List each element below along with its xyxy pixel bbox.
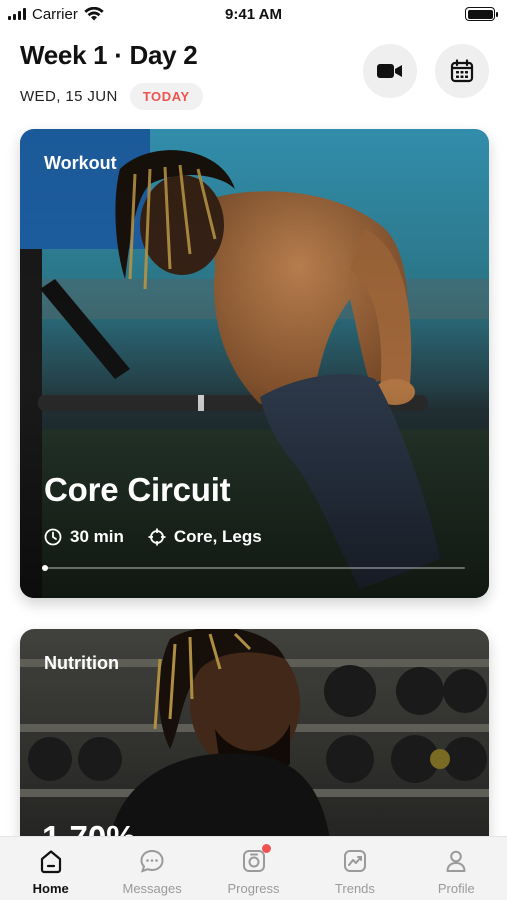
battery-icon: [465, 7, 498, 21]
page-header: Week 1 · Day 2 WED, 15 JUN TODAY: [20, 40, 489, 110]
status-bar: Carrier 9:41 AM: [0, 0, 507, 28]
tab-trends[interactable]: Trends: [304, 837, 405, 900]
workout-title: Core Circuit: [44, 471, 231, 508]
progress-indicator: [42, 565, 48, 571]
clock: 9:41 AM: [225, 5, 282, 23]
today-badge[interactable]: TODAY: [129, 83, 203, 110]
tab-home-label: Home: [32, 881, 69, 896]
target-icon: [148, 528, 166, 546]
workout-duration: 30 min: [70, 527, 124, 546]
calendar-button[interactable]: [435, 44, 489, 98]
carrier-label: Carrier: [32, 5, 78, 23]
trends-icon: [343, 850, 366, 872]
tab-bar: Home Messages Progress Trends Profile: [0, 836, 507, 900]
tab-messages-label: Messages: [122, 881, 182, 896]
video-camera-icon: [377, 64, 402, 78]
home-icon: [40, 850, 61, 874]
workout-meta: 30 min Core, Legs: [44, 527, 286, 547]
chat-icon: [140, 849, 164, 873]
tab-profile[interactable]: Profile: [406, 837, 507, 900]
tab-messages[interactable]: Messages: [101, 837, 202, 900]
date-label: WED, 15 JUN: [20, 88, 118, 105]
nutrition-label: Nutrition: [44, 653, 119, 673]
tab-home[interactable]: Home: [0, 837, 101, 900]
workout-label: Workout: [44, 153, 117, 173]
workout-progress-bar: [42, 565, 465, 571]
progress-notification-dot: [261, 844, 271, 853]
video-button[interactable]: [363, 44, 417, 98]
profile-icon: [446, 850, 466, 872]
tab-progress-label: Progress: [227, 881, 280, 896]
workout-card[interactable]: Workout Core Circuit 30 min Core, Legs: [20, 129, 489, 598]
nutrition-card[interactable]: Nutrition 1,70%: [20, 629, 489, 839]
wifi-icon: [84, 7, 104, 21]
tab-trends-label: Trends: [334, 881, 375, 896]
calendar-icon: [450, 59, 474, 83]
workout-focus: Core, Legs: [173, 527, 262, 546]
signal-icon: [8, 8, 26, 20]
clock-icon: [44, 528, 62, 546]
tab-progress[interactable]: Progress: [203, 837, 304, 900]
tab-profile-label: Profile: [437, 881, 475, 896]
